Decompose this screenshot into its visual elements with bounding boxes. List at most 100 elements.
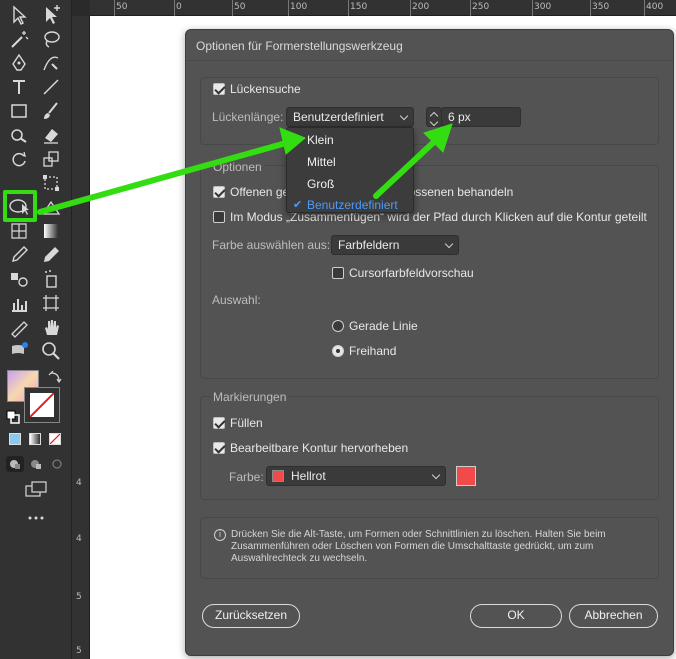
dropdown-option-benutzerdefiniert[interactable]: Benutzerdefiniert	[307, 198, 398, 212]
merge-mode-checkbox[interactable]	[213, 211, 225, 223]
highlight-color-preview[interactable]	[456, 466, 476, 486]
dropdown-option-klein[interactable]: Klein	[307, 133, 334, 147]
curvature-tool-icon[interactable]	[40, 52, 62, 74]
magic-wand-tool-icon[interactable]	[8, 28, 30, 50]
gap-detection-label: Lückensuche	[230, 82, 301, 96]
eyedropper-tool-icon-a[interactable]	[8, 244, 30, 266]
gap-length-select[interactable]: Benutzerdefiniert	[286, 107, 414, 127]
ruler-label: 5	[76, 646, 82, 656]
lasso-tool-icon[interactable]	[40, 28, 62, 50]
ruler-label: 0	[176, 2, 182, 12]
ruler-label: 5	[76, 592, 82, 602]
dropdown-option-gross[interactable]: Groß	[307, 177, 334, 191]
chevron-down-icon	[399, 111, 409, 121]
ruler-label: 4	[76, 478, 82, 488]
straight-line-radio[interactable]	[332, 320, 344, 332]
rectangle-tool-icon[interactable]	[8, 100, 30, 122]
draw-normal-icon[interactable]	[6, 456, 24, 472]
cursor-preview-label: Cursorfarbfeldvorschau	[349, 266, 474, 280]
gap-length-input[interactable]: 6 px	[441, 107, 521, 127]
dropdown-option-mittel[interactable]: Mittel	[307, 155, 336, 169]
screen-mode-icon[interactable]	[24, 481, 48, 499]
tools-panel	[0, 0, 72, 659]
fill-mode-none-icon[interactable]	[49, 433, 61, 445]
symbol-sprayer-tool-icon[interactable]	[40, 268, 62, 290]
ruler-label: 100	[290, 2, 308, 12]
draw-inside-icon[interactable]	[48, 456, 66, 472]
default-colors-icon[interactable]	[6, 410, 20, 424]
artboard-tool-icon[interactable]	[40, 292, 62, 314]
pen-tool-icon[interactable]	[8, 52, 30, 74]
zoom-tool-icon[interactable]	[40, 340, 62, 362]
slice-tool-icon[interactable]	[8, 316, 30, 338]
gradient-tool-icon[interactable]	[40, 220, 62, 242]
ruler-label: 400	[646, 2, 664, 12]
ruler-label: 350	[592, 2, 610, 12]
gap-detection-checkbox[interactable]	[213, 83, 225, 95]
vertical-ruler[interactable]: 4 4 5 5	[72, 16, 90, 659]
color-swatch-icon	[272, 470, 284, 482]
chevron-down-icon[interactable]	[429, 117, 439, 127]
rotate-tool-icon[interactable]	[8, 148, 30, 170]
dialog-title: Optionen für Formerstellungswerkzeug	[196, 39, 403, 53]
highlight-color-select[interactable]: Hellrot	[266, 466, 446, 486]
highlight-color-select-value: Hellrot	[291, 469, 326, 483]
ruler-origin[interactable]	[72, 0, 90, 16]
fill-highlight-checkbox[interactable]	[213, 417, 225, 429]
gap-length-select-value: Benutzerdefiniert	[293, 110, 384, 124]
ok-button[interactable]: OK	[470, 604, 562, 628]
stroke-color-swatch[interactable]	[24, 387, 60, 423]
eraser-tool-icon[interactable]	[40, 124, 62, 146]
ruler-label: 300	[534, 2, 552, 12]
column-graph-tool-icon[interactable]	[8, 292, 30, 314]
line-tool-icon[interactable]	[40, 76, 62, 98]
puppet-warp-tool-icon[interactable]	[8, 340, 30, 362]
ruler-label: 50	[234, 2, 246, 12]
ruler-label: 50	[116, 2, 128, 12]
perspective-grid-tool-icon[interactable]	[40, 196, 62, 218]
shape-builder-tool-icon[interactable]	[3, 190, 37, 222]
color-from-label: Farbe auswählen aus:	[212, 238, 331, 252]
selection-label: Auswahl:	[212, 293, 261, 307]
info-icon: i	[214, 529, 226, 541]
horizontal-ruler[interactable]: 50 0 50 100 150 200 250 300 350 400	[72, 0, 676, 16]
ruler-label: 150	[350, 2, 368, 12]
straight-line-label: Gerade Linie	[349, 319, 418, 333]
reset-button[interactable]: Zurücksetzen	[202, 604, 300, 628]
shaper-tool-icon[interactable]	[8, 124, 30, 146]
chevron-down-icon	[444, 239, 454, 249]
editable-stroke-checkbox[interactable]	[213, 442, 225, 454]
mesh-tool-icon[interactable]	[8, 220, 30, 242]
info-text: Drücken Sie die Alt-Taste, um Formen ode…	[231, 529, 606, 564]
ruler-label: 4	[76, 534, 82, 544]
freehand-radio[interactable]	[332, 345, 344, 357]
more-tools-icon[interactable]	[26, 512, 46, 522]
fill-mode-color-icon[interactable]	[9, 433, 21, 445]
chevron-down-icon	[431, 470, 441, 480]
selection-tool-icon[interactable]	[8, 4, 30, 26]
cancel-button[interactable]: Abbrechen	[569, 604, 658, 628]
fill-mode-gradient-icon[interactable]	[29, 433, 41, 445]
paintbrush-tool-icon[interactable]	[40, 100, 62, 122]
scale-tool-icon[interactable]	[40, 148, 62, 170]
options-section-label: Optionen	[211, 160, 264, 174]
open-paths-checkbox[interactable]	[213, 186, 225, 198]
editable-stroke-label: Bearbeitbare Kontur hervorheben	[230, 441, 409, 455]
direct-selection-tool-icon[interactable]	[40, 4, 62, 26]
color-from-select[interactable]: Farbfeldern	[331, 235, 459, 255]
fill-highlight-label: Füllen	[230, 416, 263, 430]
free-transform-tool-icon[interactable]	[40, 172, 62, 194]
color-from-select-value: Farbfeldern	[338, 238, 400, 252]
cursor-preview-checkbox[interactable]	[332, 267, 344, 279]
swap-colors-icon[interactable]	[48, 370, 62, 384]
type-tool-icon[interactable]	[8, 76, 30, 98]
gap-length-stepper[interactable]	[426, 107, 442, 127]
blend-tool-icon[interactable]	[8, 268, 30, 290]
hand-tool-icon[interactable]	[40, 316, 62, 338]
draw-behind-icon[interactable]	[27, 456, 45, 472]
gap-length-dropdown-menu: Klein Mittel Groß ✔ Benutzerdefiniert	[286, 127, 414, 213]
highlight-color-label: Farbe:	[229, 470, 264, 484]
eyedropper-tool-icon[interactable]	[40, 244, 62, 266]
ruler-label: 200	[412, 2, 430, 12]
freehand-label: Freihand	[349, 344, 397, 358]
